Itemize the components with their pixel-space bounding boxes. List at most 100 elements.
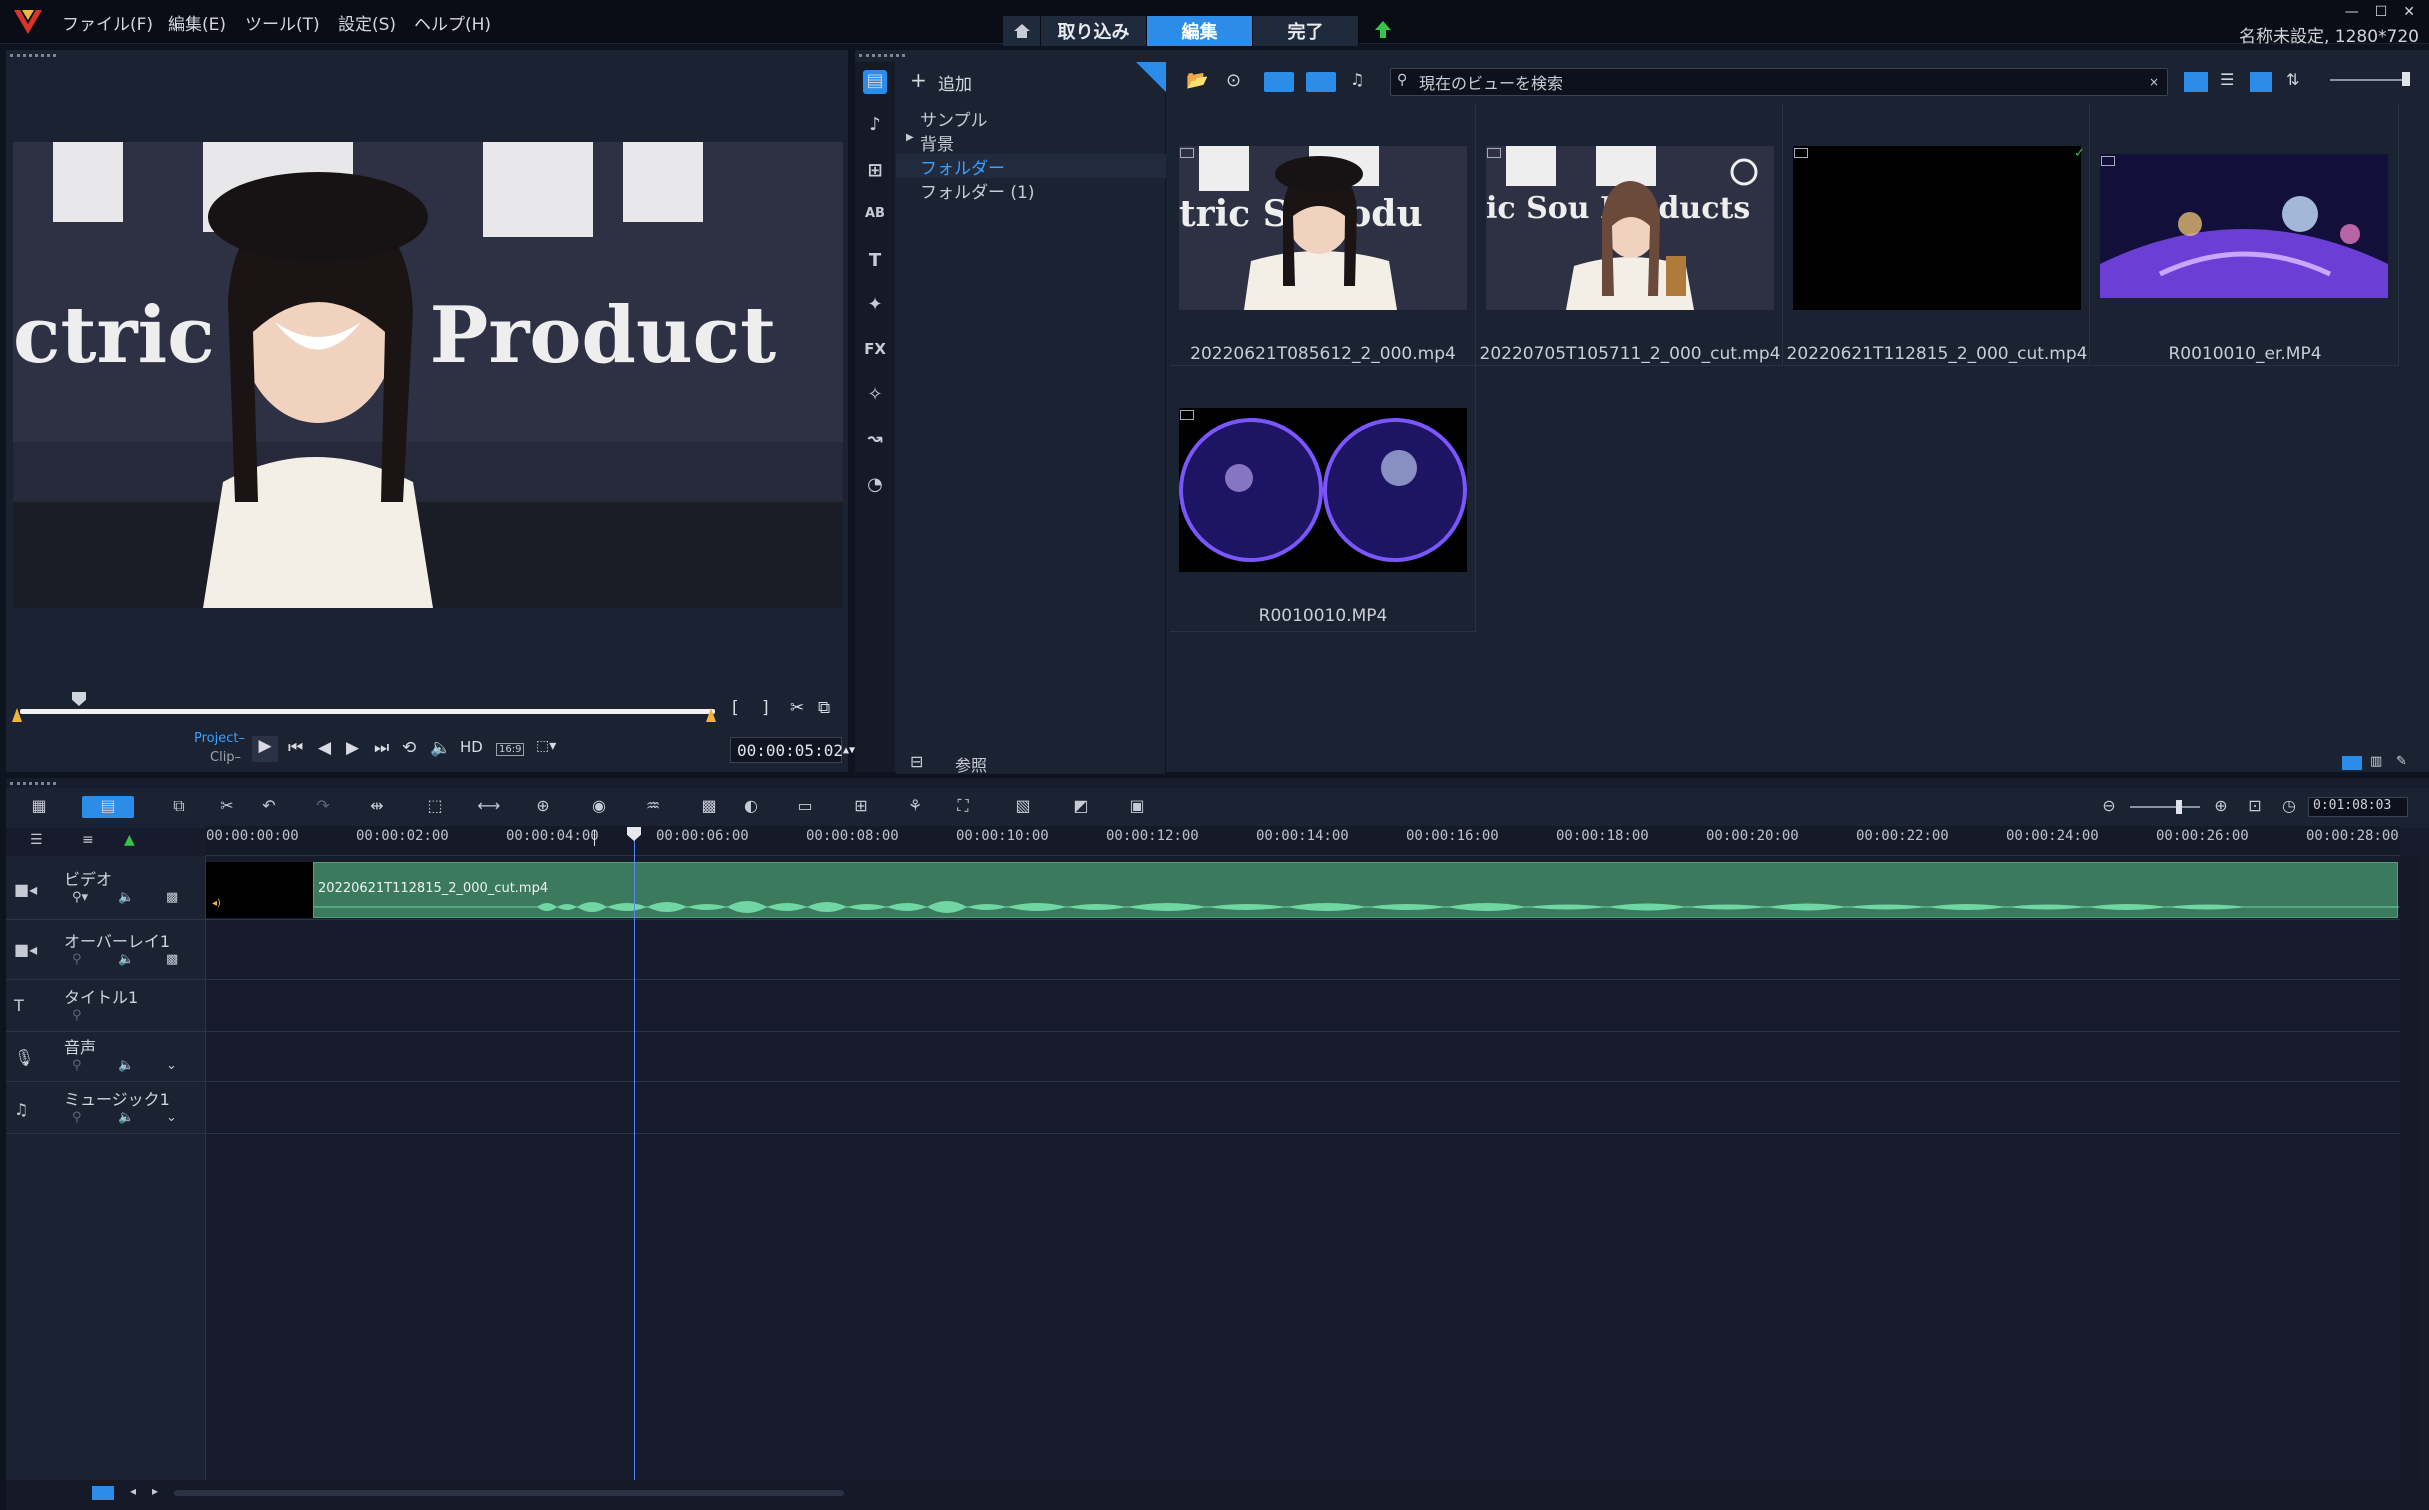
link-icon[interactable]: ⚲ <box>72 1058 82 1073</box>
mark-out-button[interactable]: ] <box>762 698 769 718</box>
tree-item-folder[interactable]: フォルダー <box>920 154 1005 179</box>
zoom-slider[interactable] <box>2130 806 2200 808</box>
mark-in-button[interactable]: [ <box>732 698 739 718</box>
menu-edit[interactable]: 編集(E) <box>168 10 226 35</box>
expand-icon[interactable]: ⟷ <box>476 796 502 818</box>
link-icon[interactable]: ⚲▾ <box>72 890 88 905</box>
multicam-icon[interactable]: ▩ <box>696 796 722 818</box>
search-input[interactable]: ⚲ 現在のビューを検索 × <box>1390 68 2168 96</box>
ripple-edit-icon[interactable]: ⊕ <box>530 796 556 818</box>
timeline-view-icon[interactable]: ▤ <box>82 796 134 818</box>
path-icon[interactable]: ↝ <box>863 428 887 452</box>
tree-item-sample[interactable]: サンプル <box>920 106 988 131</box>
upload-icon[interactable] <box>1374 20 1392 40</box>
mute-icon[interactable]: 🔈 <box>118 952 134 967</box>
timecode-display[interactable]: 00:00:05:02 ▲▼ <box>730 737 855 763</box>
panel-layout-icon[interactable] <box>2342 756 2362 770</box>
pan-zoom-icon[interactable]: ⛶ <box>950 796 976 818</box>
library-item[interactable]: ic Sou Products 20220705T105711_2_000_cu… <box>1477 104 1783 366</box>
media-category-icon[interactable]: ▤ <box>863 70 887 94</box>
track-title[interactable] <box>6 980 2400 1032</box>
search-clear-icon[interactable]: × <box>2149 75 2159 89</box>
expand-track-icon[interactable]: ⌄ <box>166 1058 177 1073</box>
panel-grip[interactable] <box>859 54 905 57</box>
library-item[interactable]: R0010010.MP4 <box>1170 366 1476 632</box>
speed-icon[interactable]: ◔ <box>863 474 887 498</box>
chapter-point-icon[interactable]: ≡ <box>82 832 94 848</box>
mute-icon[interactable]: 🔈 <box>118 1058 134 1073</box>
browse-button[interactable]: 参照 <box>955 752 987 776</box>
copy-attributes-icon[interactable]: ⧉ <box>166 796 192 818</box>
subtitle-icon[interactable]: ▭ <box>792 796 818 818</box>
track-transparency-icon[interactable]: ▩ <box>166 890 178 905</box>
fit-project-icon[interactable]: ⇹ <box>364 796 390 818</box>
thumbnail-size-slider[interactable] <box>2330 79 2410 81</box>
color-correction-icon[interactable]: ◩ <box>1068 796 1094 818</box>
tab-capture[interactable]: 取り込み <box>1041 16 1147 46</box>
filter-fx-icon[interactable]: FX <box>863 340 887 364</box>
preview-window[interactable]: ctric Sc l Product <box>13 142 843 608</box>
panel-grip[interactable] <box>10 54 56 57</box>
go-start-icon[interactable]: ⏮ <box>288 738 303 758</box>
import-media-icon[interactable]: 📂 <box>1186 70 1208 91</box>
hd-preview-button[interactable]: HD <box>460 738 483 756</box>
thumbnail-size-knob[interactable] <box>2402 72 2410 86</box>
title-template-icon[interactable]: AB <box>863 206 887 230</box>
storyboard-view-icon[interactable]: ▦ <box>26 796 52 818</box>
record-icon[interactable]: ◉ <box>586 796 612 818</box>
color-grading-icon[interactable]: ▧ <box>1010 796 1036 818</box>
browse-icon[interactable]: ⊟ <box>910 752 923 771</box>
link-icon[interactable]: ⚲ <box>72 952 82 967</box>
play-button[interactable]: ▶ <box>252 736 278 762</box>
minimize-icon[interactable]: — <box>2345 4 2359 20</box>
volume-icon[interactable]: 🔈 <box>430 738 451 758</box>
undo-icon[interactable]: ↶ <box>256 796 282 818</box>
track-manager-icon[interactable]: ☰ <box>30 832 43 848</box>
zoom-slider-knob[interactable] <box>2176 800 2182 814</box>
track-music[interactable] <box>6 1082 2400 1134</box>
timecode-spinner-icon[interactable]: ▲▼ <box>843 745 855 756</box>
overlay-icon[interactable]: ✧ <box>863 384 887 408</box>
expand-arrow-icon[interactable]: ▶ <box>906 132 914 143</box>
zoom-out-icon[interactable]: ⊖ <box>2096 796 2122 818</box>
toolbox-icon[interactable]: ✂ <box>214 796 240 818</box>
vertical-scrollbar[interactable] <box>2400 856 2420 1480</box>
go-end-icon[interactable]: ⏭ <box>374 738 389 758</box>
library-item[interactable]: tric S Produ 20220621T085612_2_000.mp4 <box>1170 104 1476 366</box>
enlarge-preview-icon[interactable]: ⧉ <box>818 698 830 718</box>
crop-icon[interactable]: ⬚ <box>422 796 448 818</box>
view-thumbnail-icon[interactable] <box>2184 72 2208 92</box>
mute-icon[interactable]: 🔈 <box>118 890 134 905</box>
tree-item-folder-1[interactable]: フォルダー (1) <box>920 178 1034 203</box>
library-item[interactable]: ✓ 20220621T112815_2_000_cut.mp4 <box>1784 104 2090 366</box>
redo-icon[interactable]: ↷ <box>310 796 336 818</box>
split-screen-icon[interactable]: ⊞ <box>848 796 874 818</box>
options-icon[interactable]: ▥ <box>2370 754 2382 769</box>
tab-home[interactable] <box>1003 16 1041 46</box>
capture-icon[interactable]: ⊙ <box>1226 70 1241 91</box>
transition-icon[interactable]: ⊞ <box>863 160 887 184</box>
next-frame-icon[interactable]: ▶ <box>346 738 359 758</box>
project-duration-icon[interactable]: ◷ <box>2276 796 2302 818</box>
scroll-thumb[interactable] <box>174 1490 844 1496</box>
add-folder-icon[interactable]: + <box>910 68 927 92</box>
track-overlay[interactable] <box>6 920 2400 980</box>
show-video-toggle[interactable] <box>1264 72 1294 92</box>
scroll-left-icon[interactable]: ◂ <box>130 1484 136 1498</box>
mask-icon[interactable]: ◐ <box>738 796 764 818</box>
gif-creator-icon[interactable]: ▣ <box>1124 796 1150 818</box>
tab-share[interactable]: 完了 <box>1253 16 1359 46</box>
display-mode-icon[interactable]: ⬚▾ <box>536 738 556 754</box>
timeline-playhead[interactable] <box>634 830 635 1480</box>
aspect-ratio-button[interactable]: 16:9 <box>496 743 525 756</box>
view-list-icon[interactable]: ☰ <box>2220 70 2234 89</box>
sort-icon[interactable]: ⇅ <box>2286 70 2299 89</box>
mute-icon[interactable]: 🔈 <box>118 1110 134 1125</box>
menu-settings[interactable]: 設定(S) <box>338 10 396 35</box>
menu-help[interactable]: ヘルプ(H) <box>414 10 491 35</box>
zoom-in-icon[interactable]: ⊕ <box>2208 796 2234 818</box>
close-icon[interactable]: ✕ <box>2403 4 2415 20</box>
mode-clip[interactable]: Clip– <box>210 750 241 765</box>
show-audio-icon[interactable]: ♫ <box>1350 70 1364 89</box>
show-photo-toggle[interactable] <box>1306 72 1336 92</box>
